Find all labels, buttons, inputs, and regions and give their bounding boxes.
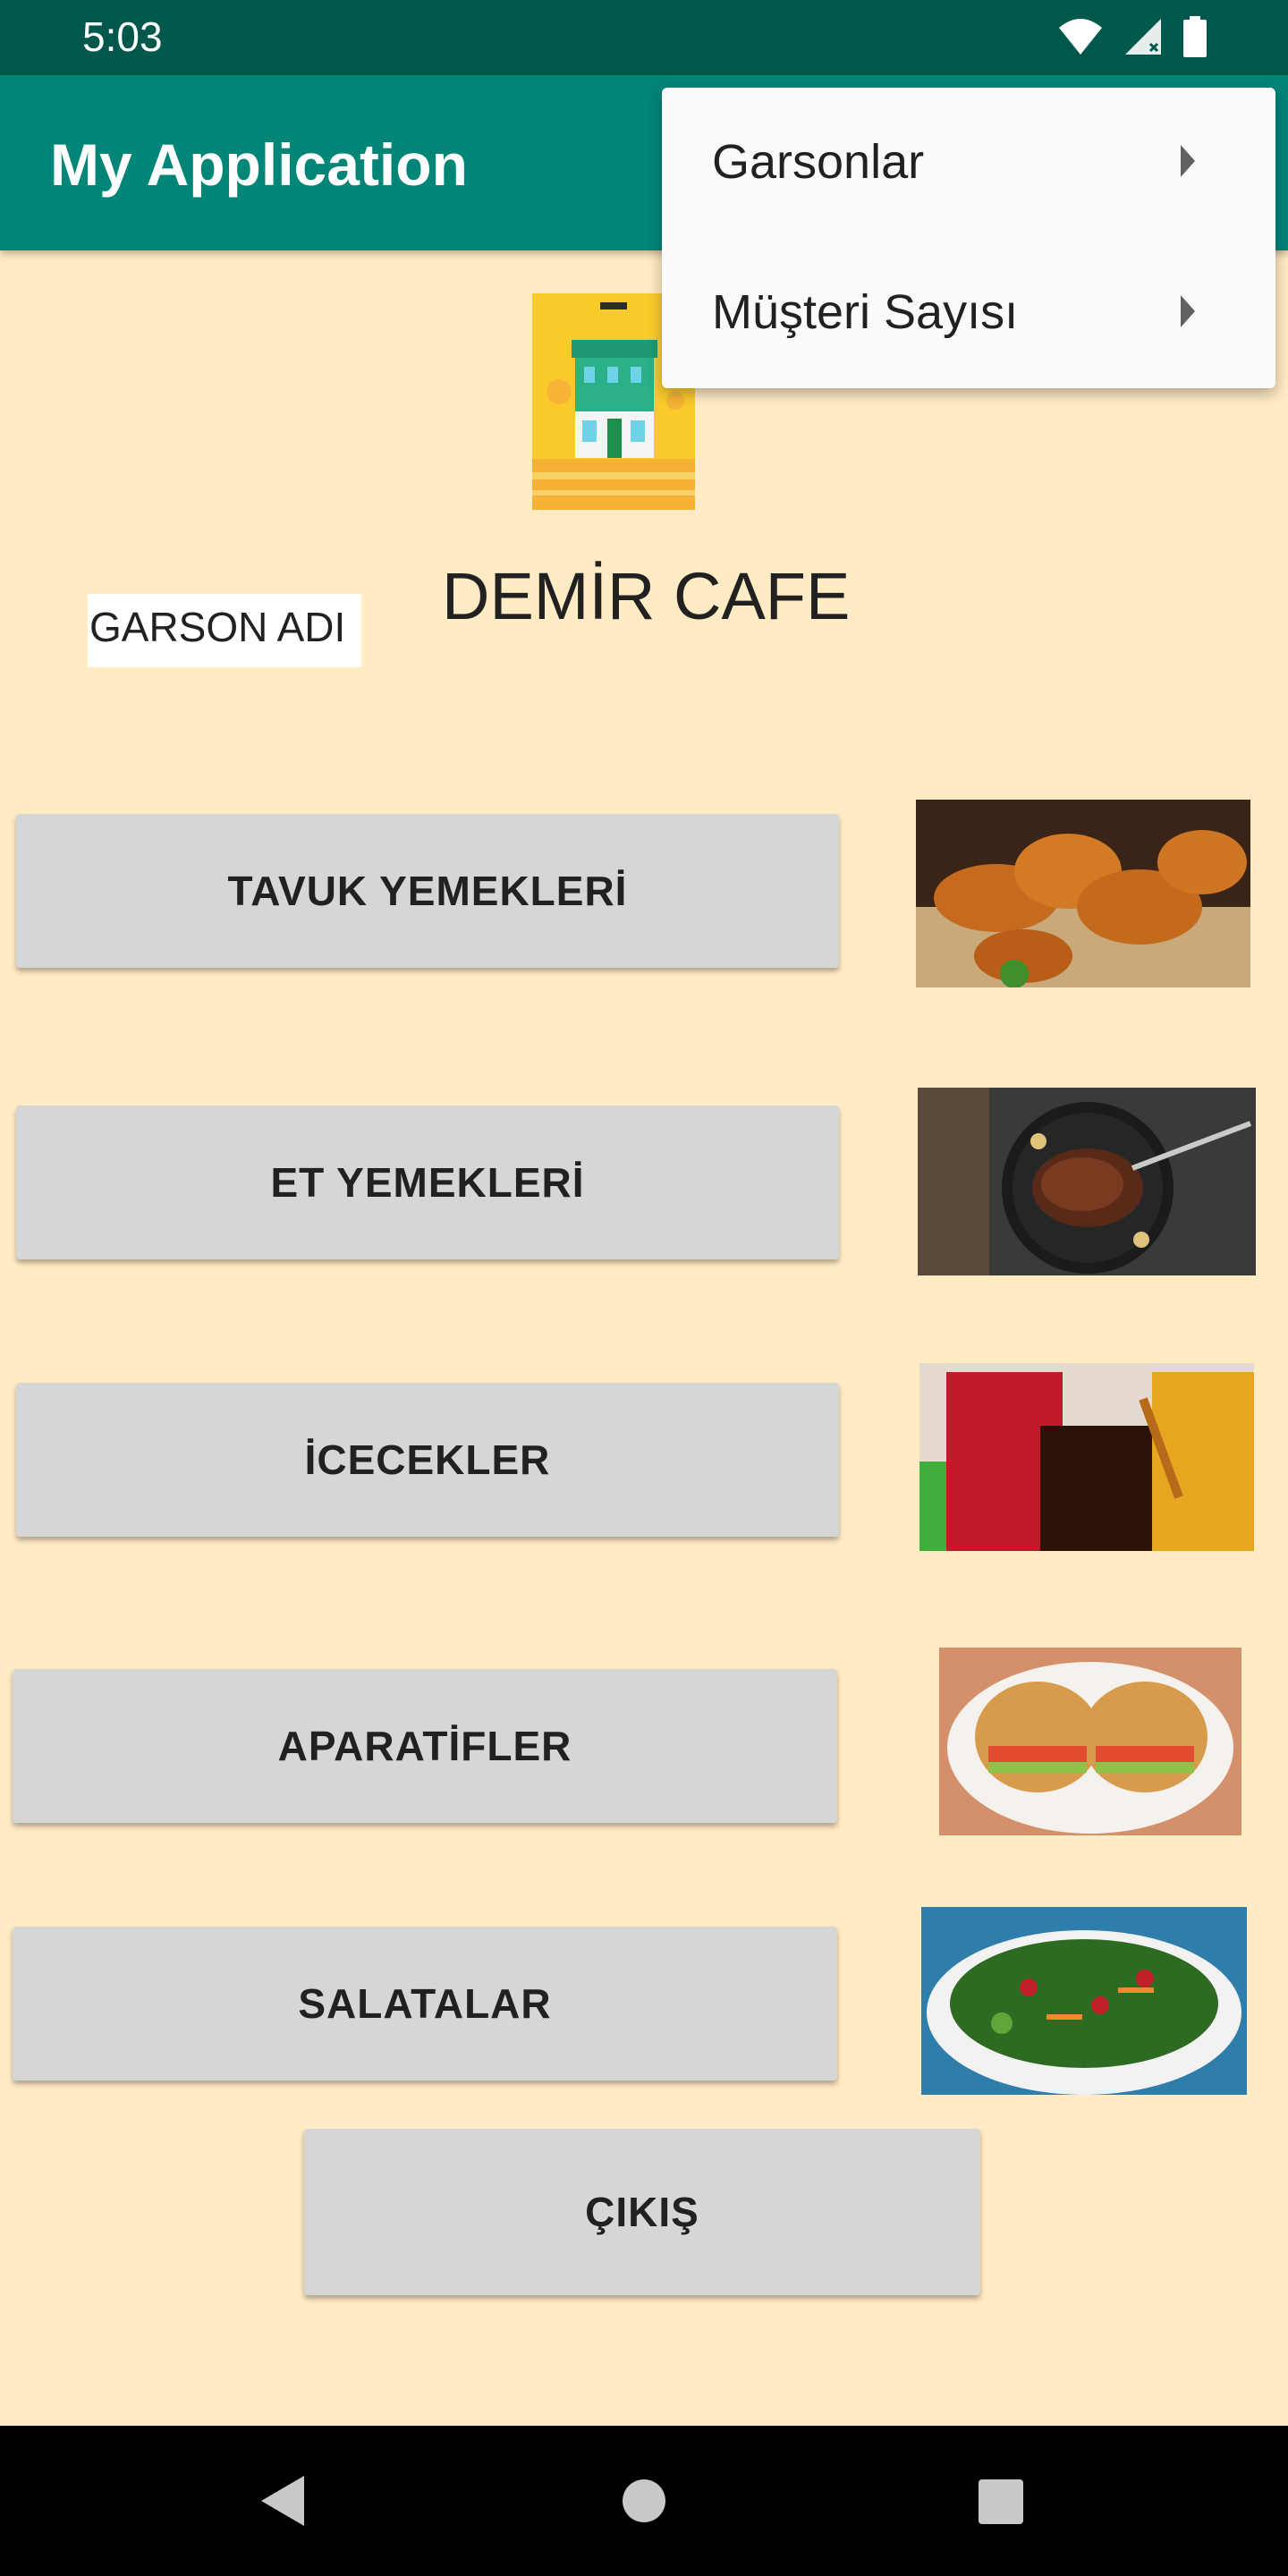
waiter-name-field[interactable]: GARSON ADI	[88, 594, 361, 667]
steak-pan-image[interactable]	[918, 1088, 1256, 1275]
sandwich-image[interactable]	[939, 1648, 1241, 1835]
chevron-right-icon	[1181, 295, 1195, 327]
menu-item-garsonlar[interactable]: Garsonlar	[662, 88, 1275, 238]
overflow-menu: Garsonlar Müşteri Sayısı	[662, 88, 1275, 388]
battery-icon	[1183, 16, 1207, 57]
salad-image[interactable]	[921, 1907, 1247, 2095]
back-icon[interactable]	[261, 2476, 304, 2526]
waiter-name-text: GARSON ADI	[89, 604, 346, 650]
home-icon[interactable]	[623, 2479, 665, 2522]
drinks-button[interactable]: İCECEKLER	[16, 1383, 839, 1537]
chevron-right-icon	[1181, 145, 1195, 177]
menu-item-label: Müşteri Sayısı	[712, 285, 1019, 339]
appetizers-button[interactable]: APARATİFLER	[13, 1669, 837, 1823]
signal-icon	[1125, 19, 1161, 55]
wifi-icon	[1059, 19, 1102, 55]
app-title: My Application	[50, 131, 468, 198]
recents-icon[interactable]	[979, 2479, 1023, 2524]
chicken-dishes-button[interactable]: TAVUK YEMEKLERİ	[16, 814, 839, 968]
status-time: 5:03	[82, 13, 163, 60]
fried-chicken-image[interactable]	[916, 800, 1250, 987]
status-bar: 5:03	[0, 0, 1288, 75]
navigation-bar	[0, 2426, 1288, 2576]
status-icons	[1057, 16, 1208, 57]
meat-dishes-button[interactable]: ET YEMEKLERİ	[16, 1106, 839, 1259]
salads-button[interactable]: SALATALAR	[13, 1927, 837, 2080]
exit-button[interactable]: ÇIKIŞ	[304, 2129, 980, 2295]
cafe-title: DEMİR CAFE	[442, 559, 851, 633]
menu-item-label: Garsonlar	[712, 135, 925, 189]
drinks-image[interactable]	[919, 1363, 1254, 1551]
menu-item-musteri-sayisi[interactable]: Müşteri Sayısı	[662, 238, 1275, 388]
